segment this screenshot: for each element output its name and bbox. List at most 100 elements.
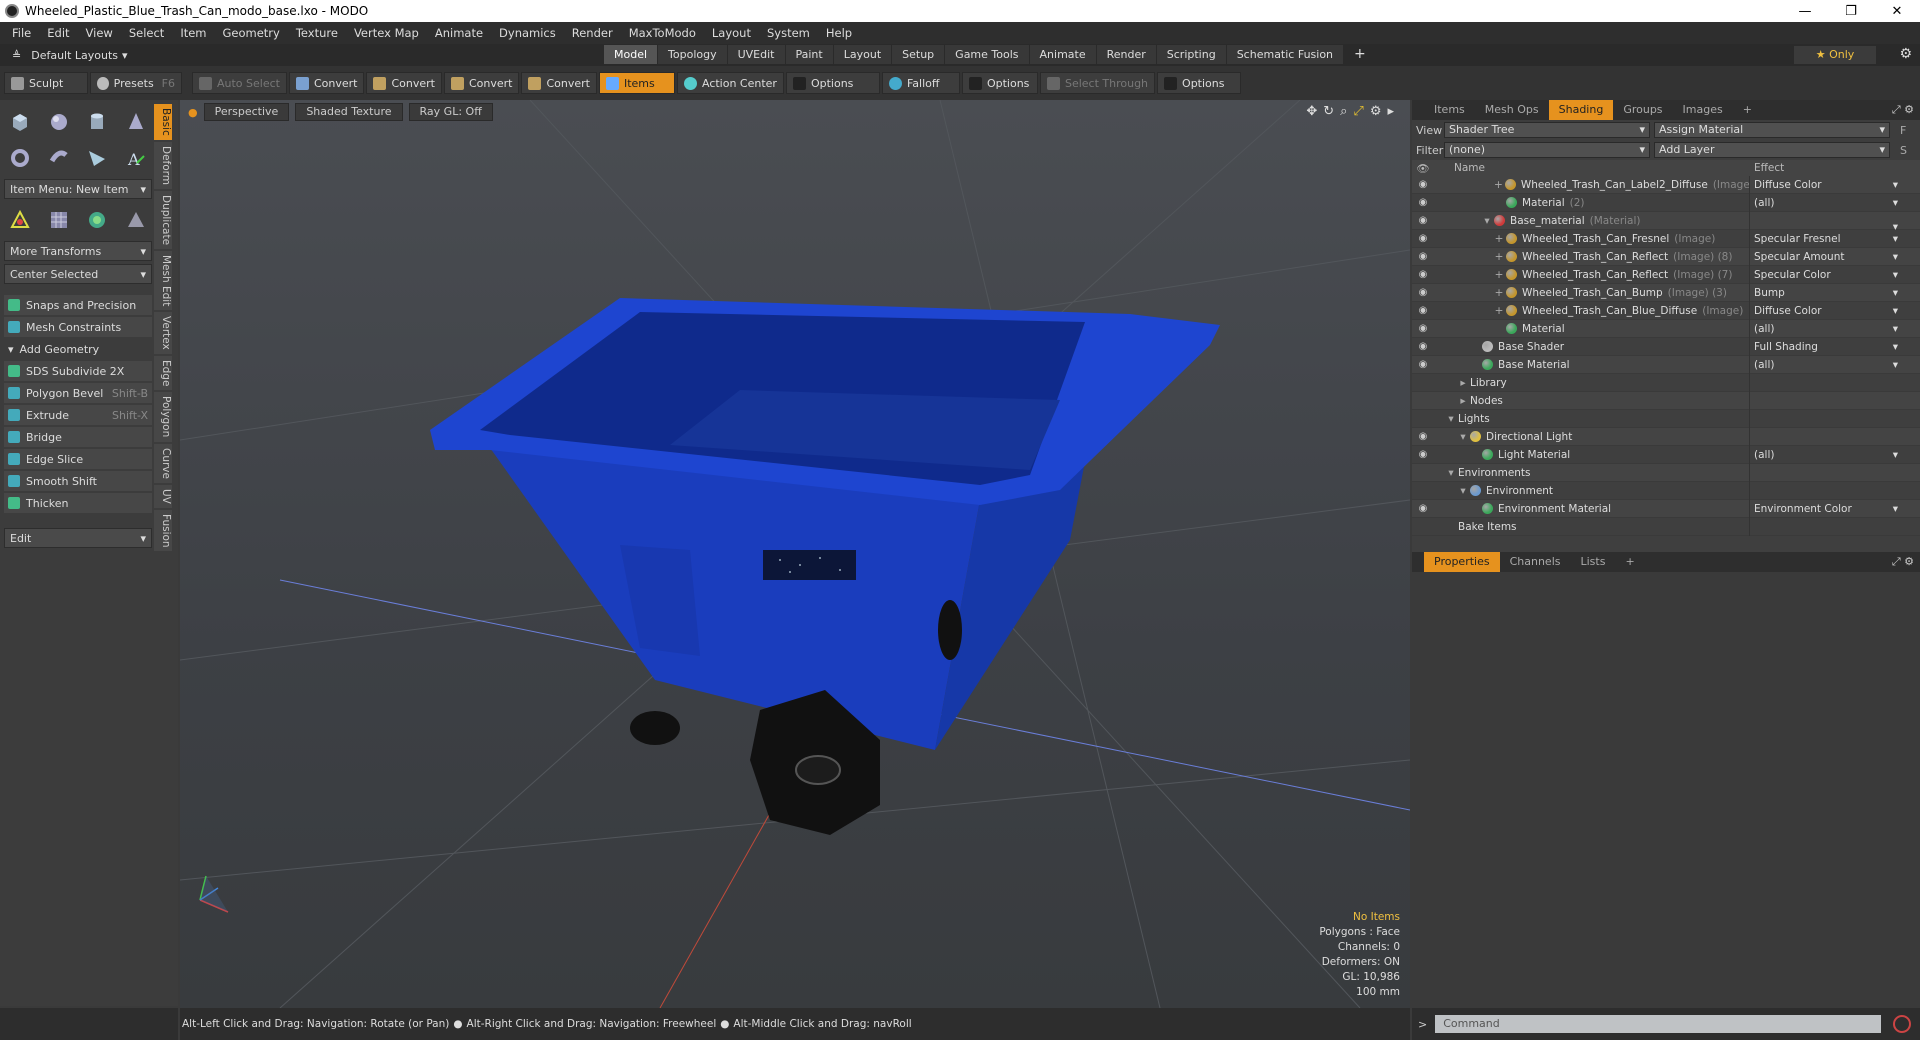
visibility-eye-icon[interactable]: ◉	[1412, 449, 1434, 460]
text-tool-icon[interactable]: A	[123, 145, 149, 171]
visibility-eye-icon[interactable]: ◉	[1412, 359, 1434, 370]
panel-options-icon[interactable]: ⤢ ⚙	[1892, 555, 1914, 569]
effect-dropdown[interactable]: Environment Color	[1750, 503, 1900, 515]
shader-tree-row[interactable]: ◉ ▾ Base_material (Material)	[1412, 211, 1920, 233]
effect-dropdown[interactable]: Diffuse Color	[1750, 305, 1900, 317]
visibility-eye-icon[interactable]: ◉	[1412, 341, 1434, 352]
vtab-polygon[interactable]: Polygon	[154, 392, 172, 442]
shader-tree-row[interactable]: ◉ Material (2) (all)	[1412, 193, 1920, 212]
globe-icon[interactable]	[84, 207, 110, 233]
edge-slice-button[interactable]: Edge Slice	[4, 449, 152, 469]
menu-animate[interactable]: Animate	[427, 26, 491, 40]
effect-dropdown[interactable]: (all)	[1750, 323, 1900, 335]
only-toggle[interactable]: ★ Only	[1794, 46, 1876, 64]
snaps-precision-button[interactable]: Snaps and Precision	[4, 295, 152, 315]
perspective-dropdown[interactable]: Perspective	[203, 103, 290, 121]
shader-tree-row[interactable]: ◉ ▾ Directional Light	[1412, 427, 1920, 446]
bridge-button[interactable]: Bridge	[4, 427, 152, 447]
menu-maxtomodo[interactable]: MaxToModo	[621, 26, 704, 40]
items-mode-button[interactable]: Items	[598, 72, 675, 94]
shader-tree-row[interactable]: Bake Items	[1412, 517, 1920, 536]
menu-help[interactable]: Help	[818, 26, 860, 40]
vtab-deform[interactable]: Deform	[154, 141, 172, 189]
visibility-eye-icon[interactable]: ◉	[1412, 269, 1434, 280]
effect-column-header[interactable]: Effect	[1750, 162, 1784, 174]
convert-button-3[interactable]: Convert	[443, 72, 520, 94]
add-tab-button[interactable]: +	[1615, 552, 1644, 572]
convert-button-4[interactable]: Convert	[521, 72, 597, 94]
shader-tree-row[interactable]: ◉ + Wheeled_Trash_Can_Fresnel (Image) Specul…	[1412, 229, 1920, 248]
convert-button-1[interactable]: Convert	[288, 72, 365, 94]
menu-view[interactable]: View	[78, 26, 121, 40]
add-layout-tab-button[interactable]: +	[1344, 45, 1376, 64]
shader-tree-row[interactable]: ◉ Base Shader Full Shading	[1412, 337, 1920, 356]
view-select[interactable]: Shader Tree	[1444, 122, 1650, 138]
layout-tab-topology[interactable]: Topology	[658, 45, 727, 64]
vtab-curve[interactable]: Curve	[154, 443, 172, 483]
expand-toggle-icon[interactable]: ▸	[1458, 377, 1468, 389]
effect-dropdown[interactable]: (all)	[1750, 359, 1900, 371]
mesh-constraints-button[interactable]: Mesh Constraints	[4, 317, 152, 337]
gear-icon[interactable]: ⚙	[1899, 46, 1912, 62]
assign-material-button[interactable]: Assign Material	[1654, 122, 1890, 138]
shader-tree-row[interactable]: ◉ + Wheeled_Trash_Can_Reflect (Image) (8) Sp…	[1412, 247, 1920, 266]
viewport-options-dot[interactable]: ●	[188, 106, 198, 119]
zoom-icon[interactable]: ⌕	[1340, 104, 1347, 119]
prop-tab-properties[interactable]: Properties	[1424, 552, 1500, 572]
layout-selector[interactable]: ≜ Default Layouts ▾	[12, 49, 162, 62]
expand-toggle-icon[interactable]: ▾	[1482, 215, 1492, 227]
expand-toggle-icon[interactable]: ▸	[1458, 395, 1468, 407]
polygon-bevel-button[interactable]: Polygon Bevel Shift-B	[4, 383, 152, 403]
more-transforms-dropdown[interactable]: More Transforms	[4, 241, 152, 261]
shader-tree-row[interactable]: ◉ + Wheeled_Trash_Can_Bump (Image) (3) Bump	[1412, 283, 1920, 302]
vtab-duplicate[interactable]: Duplicate	[154, 190, 172, 249]
effect-dropdown[interactable]: (all)	[1750, 449, 1900, 461]
effect-dropdown[interactable]: Full Shading	[1750, 341, 1900, 353]
menu-dynamics[interactable]: Dynamics	[491, 26, 564, 40]
menu-file[interactable]: File	[4, 26, 39, 40]
visibility-eye-icon[interactable]: ◉	[1412, 503, 1434, 514]
prop-tab-channels[interactable]: Channels	[1500, 552, 1571, 572]
select-options-button[interactable]: Options	[1157, 72, 1242, 94]
expand-toggle-icon[interactable]: +	[1494, 269, 1504, 281]
layout-tab-animate[interactable]: Animate	[1029, 45, 1096, 64]
edit-dropdown[interactable]: Edit	[4, 528, 152, 548]
extrude-button[interactable]: Extrude Shift-X	[4, 405, 152, 425]
cylinder-icon[interactable]	[84, 109, 110, 135]
vtab-edge[interactable]: Edge	[154, 355, 172, 391]
menu-layout[interactable]: Layout	[704, 26, 759, 40]
visibility-eye-icon[interactable]: ◉	[1412, 287, 1434, 298]
filter-select[interactable]: (none)	[1444, 142, 1650, 158]
smooth-shift-button[interactable]: Smooth Shift	[4, 471, 152, 491]
effect-dropdown[interactable]: Diffuse Color	[1750, 179, 1900, 191]
visibility-eye-icon[interactable]: ◉	[1412, 323, 1434, 334]
expand-toggle-icon[interactable]: ▾	[1446, 467, 1456, 479]
name-column-header[interactable]: Name	[1434, 162, 1750, 174]
panel-tab-images[interactable]: Images	[1673, 100, 1733, 120]
expand-toggle-icon[interactable]: ▾	[1458, 431, 1468, 443]
expand-toggle-icon[interactable]: +	[1494, 251, 1504, 263]
layout-tab-uvedit[interactable]: UVEdit	[727, 45, 785, 64]
sculpt-button[interactable]: Sculpt	[4, 72, 88, 94]
panel-options-icon[interactable]: ⤢ ⚙	[1892, 103, 1914, 117]
falloff-button[interactable]: Falloff	[881, 72, 960, 94]
menu-item[interactable]: Item	[172, 26, 214, 40]
gear-icon[interactable]: ⚙	[1370, 104, 1382, 119]
raygl-toggle[interactable]: Ray GL: Off	[408, 103, 493, 121]
shader-tree-row[interactable]: ◉ Base Material (all)	[1412, 355, 1920, 374]
visibility-eye-icon[interactable]: ◉	[1412, 233, 1434, 244]
menu-texture[interactable]: Texture	[288, 26, 346, 40]
layout-tab-scripting[interactable]: Scripting	[1156, 45, 1226, 64]
effect-dropdown[interactable]: Specular Fresnel	[1750, 233, 1900, 245]
effect-dropdown[interactable]: (all)	[1750, 197, 1900, 209]
fit-icon[interactable]: ⤢	[1353, 104, 1363, 119]
torus-icon[interactable]	[7, 145, 33, 171]
visibility-eye-icon[interactable]: ◉	[1412, 251, 1434, 262]
rotate-icon[interactable]: ↻	[1323, 104, 1334, 119]
command-input[interactable]: Command	[1435, 1015, 1882, 1033]
layout-tab-model[interactable]: Model	[604, 45, 658, 64]
visibility-eye-icon[interactable]: ◉	[1412, 179, 1434, 190]
layout-tab-render[interactable]: Render	[1096, 45, 1156, 64]
shader-tree-row[interactable]: ▾ Environment	[1412, 481, 1920, 500]
pyramid-icon[interactable]	[123, 207, 149, 233]
